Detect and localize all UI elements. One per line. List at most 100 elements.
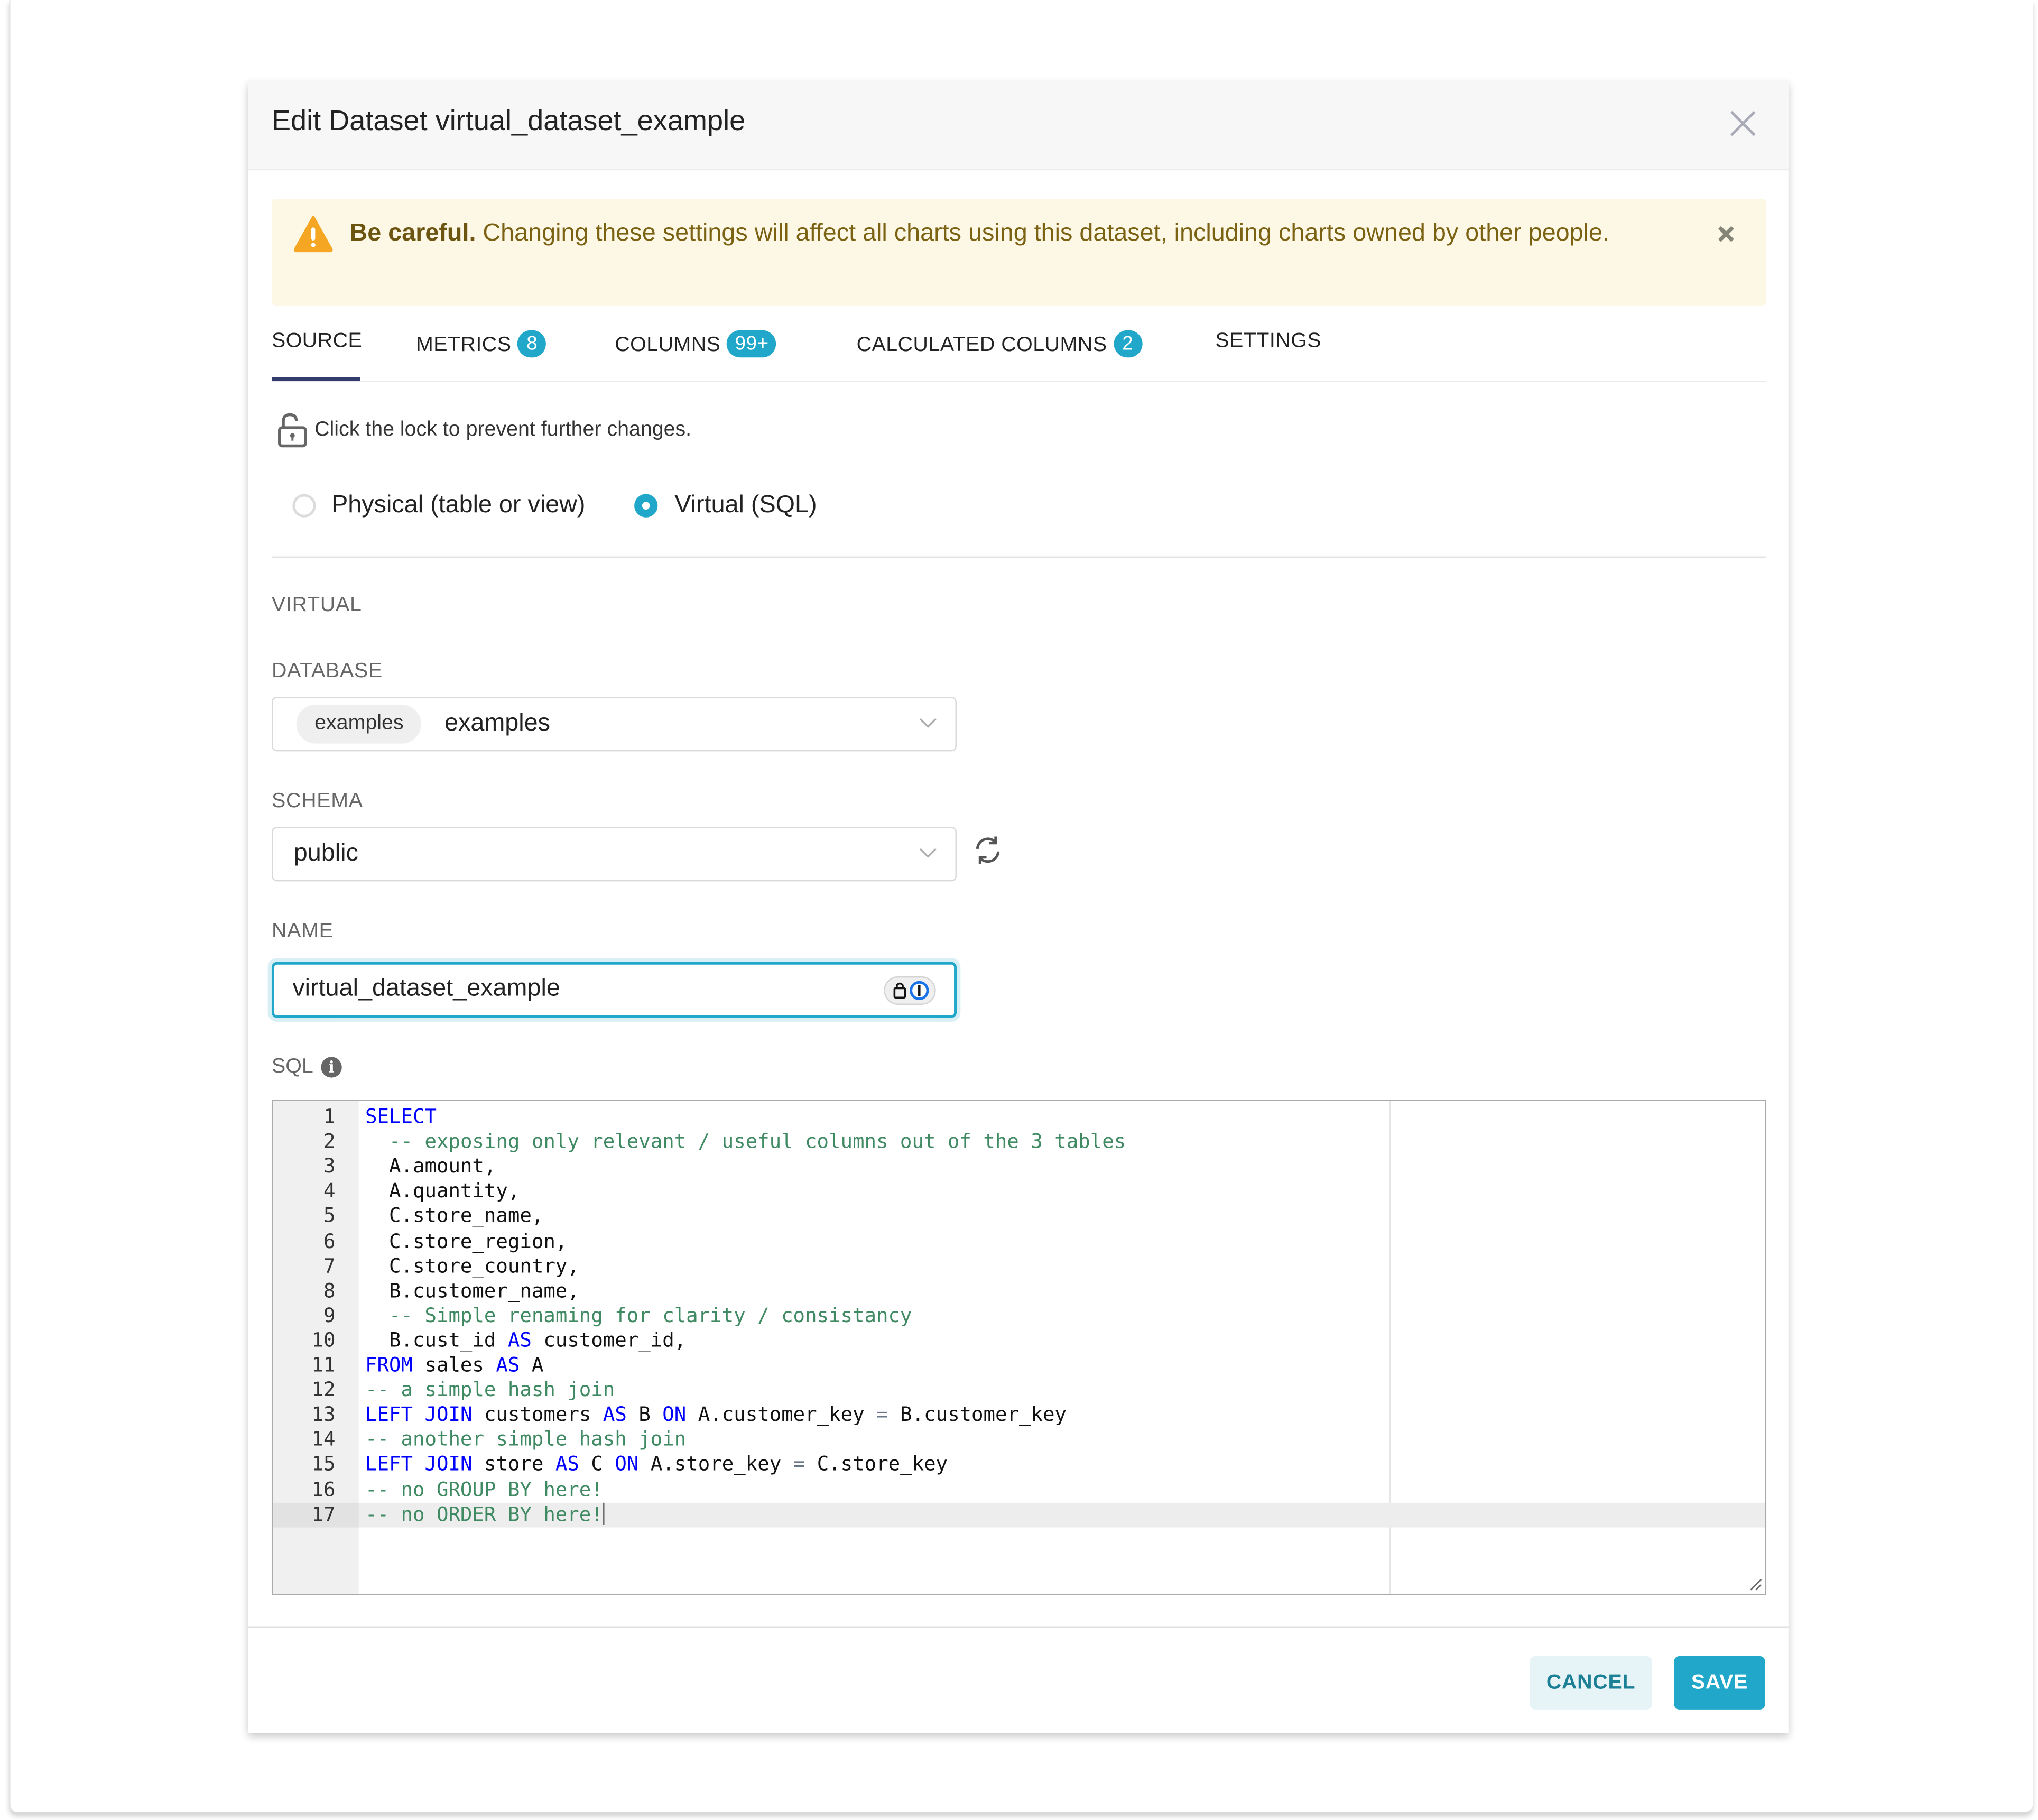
line-number: 14: [311, 1427, 336, 1452]
code-line: 4 A.quantity,: [273, 1179, 1765, 1204]
unlock-icon[interactable]: [277, 412, 308, 449]
count-badge: 99+: [727, 330, 777, 358]
code-text: C.store_country,: [365, 1254, 579, 1278]
sql-label-row: SQL i: [271, 1055, 342, 1079]
name-label: NAME: [271, 920, 334, 943]
line-number: 13: [311, 1402, 336, 1427]
line-number: 6: [323, 1229, 336, 1253]
password-manager-icon[interactable]: [884, 976, 936, 1005]
code-text: FROM sales AS A: [365, 1353, 544, 1377]
code-line: 8 B.customer_name,: [273, 1279, 1765, 1304]
line-number: 12: [311, 1378, 336, 1402]
sql-label: SQL: [271, 1055, 313, 1078]
footer-divider: [248, 1626, 1789, 1628]
info-icon[interactable]: i: [321, 1057, 342, 1078]
name-field: [271, 962, 957, 1018]
cancel-button[interactable]: CANCEL: [1530, 1656, 1652, 1710]
radio-virtual[interactable]: [634, 494, 658, 518]
line-number: 17: [273, 1502, 359, 1527]
code-text: -- Simple renaming for clarity / consist…: [389, 1304, 912, 1327]
warning-bold: Be careful.: [349, 219, 476, 247]
code-text: SELECT: [365, 1105, 437, 1129]
code-text: LEFT JOIN store AS C ON A.store_key = C.…: [365, 1452, 948, 1476]
line-number: 16: [311, 1477, 336, 1501]
chevron-down-icon: [919, 718, 937, 728]
code-line: 16 -- no GROUP BY here!: [273, 1477, 1765, 1502]
save-button[interactable]: SAVE: [1674, 1656, 1765, 1710]
radio-physical[interactable]: [292, 494, 316, 518]
chevron-down-icon: [919, 848, 937, 858]
code-text: A.amount,: [365, 1154, 496, 1178]
refresh-icon[interactable]: [972, 835, 1003, 866]
line-number: 10: [311, 1328, 336, 1352]
line-number: 7: [323, 1254, 336, 1278]
tab-label: COLUMNS: [615, 334, 721, 356]
tab-source[interactable]: SOURCE: [272, 330, 362, 354]
line-number: 2: [323, 1130, 336, 1153]
tab-settings[interactable]: SETTINGS: [1215, 330, 1321, 354]
count-badge: 2: [1113, 330, 1142, 358]
code-line: 3 A.amount,: [273, 1154, 1765, 1179]
radio-physical-label[interactable]: Physical (table or view): [331, 492, 585, 520]
code-line: 1 SELECT: [273, 1105, 1765, 1130]
tab-label: CALCULATED COLUMNS: [856, 334, 1107, 356]
database-select[interactable]: examples examples: [271, 697, 957, 752]
text-cursor: [603, 1502, 605, 1525]
name-input[interactable]: [292, 975, 865, 1004]
active-tab-indicator: [271, 377, 360, 381]
schema-value: public: [293, 839, 358, 867]
close-icon[interactable]: [1726, 107, 1760, 141]
line-number: 3: [323, 1154, 336, 1178]
warning-message: Changing these settings will affect all …: [476, 219, 1610, 247]
code-line: 17 -- no ORDER BY here!: [273, 1502, 1765, 1527]
radio-virtual-label[interactable]: Virtual (SQL): [674, 492, 817, 520]
code-line: 14 -- another simple hash join: [273, 1428, 1765, 1453]
line-number: 9: [323, 1304, 336, 1327]
code-text: A.quantity,: [365, 1179, 520, 1203]
divider: [271, 556, 1767, 558]
alert-close-icon[interactable]: [1717, 225, 1735, 243]
code-text: B.customer_name,: [365, 1279, 579, 1302]
resize-handle-icon[interactable]: [1749, 1578, 1763, 1591]
line-number: 8: [323, 1279, 336, 1302]
tab-metrics[interactable]: METRICS 8: [416, 330, 546, 358]
lock-hint: Click the lock to prevent further change…: [314, 418, 692, 441]
tab-label: SOURCE: [271, 330, 363, 353]
code-line: 2 -- exposing only relevant / useful col…: [273, 1130, 1765, 1154]
code-line: 11 FROM sales AS A: [273, 1353, 1765, 1378]
line-number: 5: [323, 1204, 336, 1228]
code-text: B.cust_id AS customer_id,: [365, 1328, 687, 1352]
schema-label: SCHEMA: [271, 790, 363, 812]
sql-editor[interactable]: 1 SELECT 2 -- exposing only relevant / use…: [271, 1100, 1767, 1595]
database-tag: examples: [296, 704, 422, 744]
tab-label: METRICS: [415, 334, 512, 356]
code-line: 13 LEFT JOIN customers AS B ON A.customer…: [273, 1403, 1765, 1428]
code-line: 15 LEFT JOIN store AS C ON A.store_key = …: [273, 1453, 1765, 1477]
code-line: 5 C.store_name,: [273, 1204, 1765, 1229]
warning-text: Be careful. Changing these settings will…: [350, 215, 1663, 254]
tab-columns[interactable]: COLUMNS 99+: [615, 330, 777, 358]
section-title: VIRTUAL: [271, 594, 362, 616]
code-line: 7 C.store_country,: [273, 1254, 1765, 1279]
schema-select[interactable]: public: [271, 827, 957, 882]
code-text: C.store_name,: [365, 1204, 544, 1228]
database-label: DATABASE: [271, 660, 383, 683]
code-text: C.store_region,: [365, 1229, 568, 1253]
code-text: -- exposing only relevant / useful colum…: [389, 1130, 1126, 1153]
line-number: 4: [323, 1179, 336, 1203]
screen: Edit Dataset virtual_dataset_example Be …: [0, 0, 2038, 1820]
tab-label: SETTINGS: [1215, 330, 1322, 353]
modal-header: Edit Dataset virtual_dataset_example: [248, 80, 1789, 171]
database-value: examples: [444, 709, 551, 737]
line-number: 1: [323, 1105, 336, 1129]
warning-alert: Be careful. Changing these settings will…: [271, 199, 1767, 306]
tab-calculated-columns[interactable]: CALCULATED COLUMNS 2: [857, 330, 1142, 358]
code-text: LEFT JOIN customers AS B ON A.customer_k…: [365, 1402, 1067, 1427]
edit-dataset-modal: Edit Dataset virtual_dataset_example Be …: [248, 80, 1789, 1733]
code-text: -- a simple hash join: [365, 1378, 615, 1402]
code-text: -- another simple hash join: [365, 1427, 687, 1452]
count-badge: 8: [517, 330, 546, 358]
code-text: -- no GROUP BY here!: [365, 1477, 603, 1501]
modal-title: Edit Dataset virtual_dataset_example: [271, 104, 746, 137]
line-number: 11: [311, 1353, 336, 1377]
